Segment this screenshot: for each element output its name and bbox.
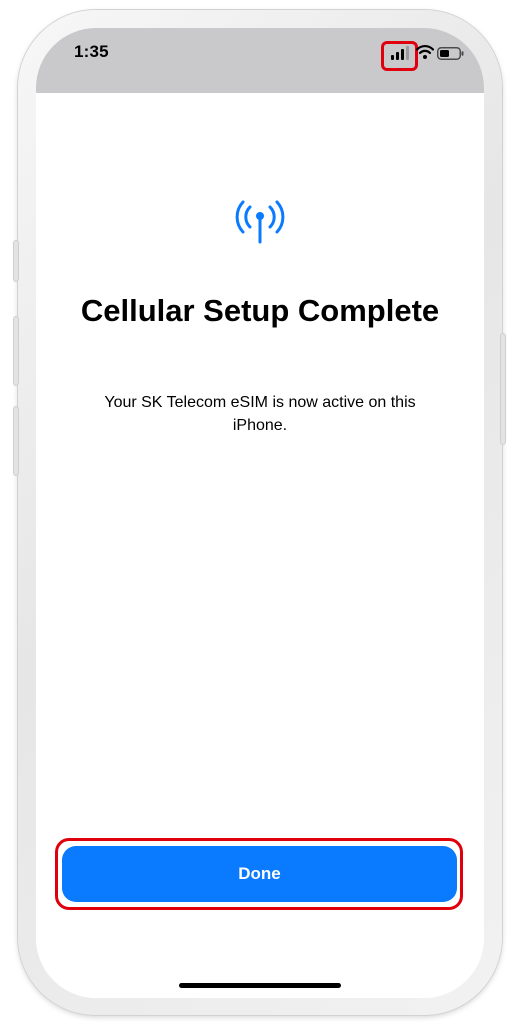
antenna-signal-icon <box>235 200 285 244</box>
page-title: Cellular Setup Complete <box>80 293 440 328</box>
status-time: 1:35 <box>74 42 109 61</box>
home-indicator[interactable] <box>179 983 341 988</box>
status-bar: 1:35 <box>36 28 484 93</box>
done-button[interactable]: Done <box>62 846 457 902</box>
volume-up-button <box>13 316 19 386</box>
mute-switch <box>13 240 19 282</box>
battery-icon <box>437 47 464 60</box>
cellular-signal-icon <box>391 46 409 60</box>
activation-message: Your SK Telecom eSIM is now active on th… <box>104 394 416 434</box>
wifi-icon <box>416 45 434 59</box>
volume-down-button <box>13 406 19 476</box>
phone-screen: 1:35 Cellular Setup Complete Your SK Tel… <box>36 28 484 998</box>
side-button <box>500 333 506 445</box>
